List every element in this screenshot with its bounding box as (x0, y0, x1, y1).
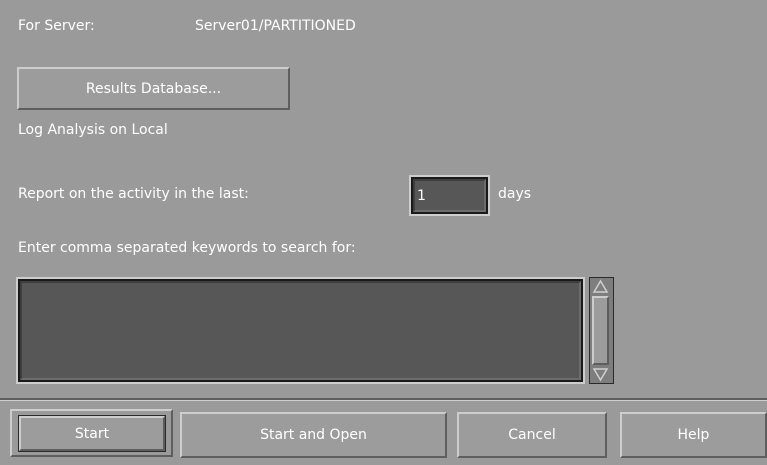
scroll-down-arrow-icon[interactable] (592, 367, 609, 382)
log-analysis-text: Log Analysis on Local (18, 122, 168, 138)
scroll-up-arrow-svg (592, 279, 609, 293)
start-and-open-button[interactable]: Start and Open (180, 412, 447, 458)
cancel-button[interactable]: Cancel (457, 412, 607, 458)
scrollbar-thumb[interactable] (592, 296, 609, 365)
days-input-field[interactable] (409, 175, 490, 216)
server-label: For Server: (18, 18, 95, 34)
keywords-textarea[interactable] (24, 284, 577, 377)
keywords-text-area-field[interactable] (16, 277, 585, 384)
report-label: Report on the activity in the last: (18, 186, 249, 202)
days-unit-label: days (498, 186, 532, 202)
keywords-label: Enter comma separated keywords to search… (18, 240, 356, 256)
results-database-button[interactable]: Results Database... (17, 67, 290, 110)
scroll-up-arrow-icon[interactable] (592, 279, 609, 294)
button-bar-divider (0, 398, 767, 401)
start-button[interactable]: Start (18, 415, 166, 452)
help-button[interactable]: Help (620, 412, 767, 458)
scroll-down-arrow-svg (592, 368, 609, 382)
days-input[interactable] (417, 182, 482, 209)
keywords-scrollbar[interactable] (589, 277, 614, 384)
server-value: Server01/PARTITIONED (195, 18, 356, 34)
